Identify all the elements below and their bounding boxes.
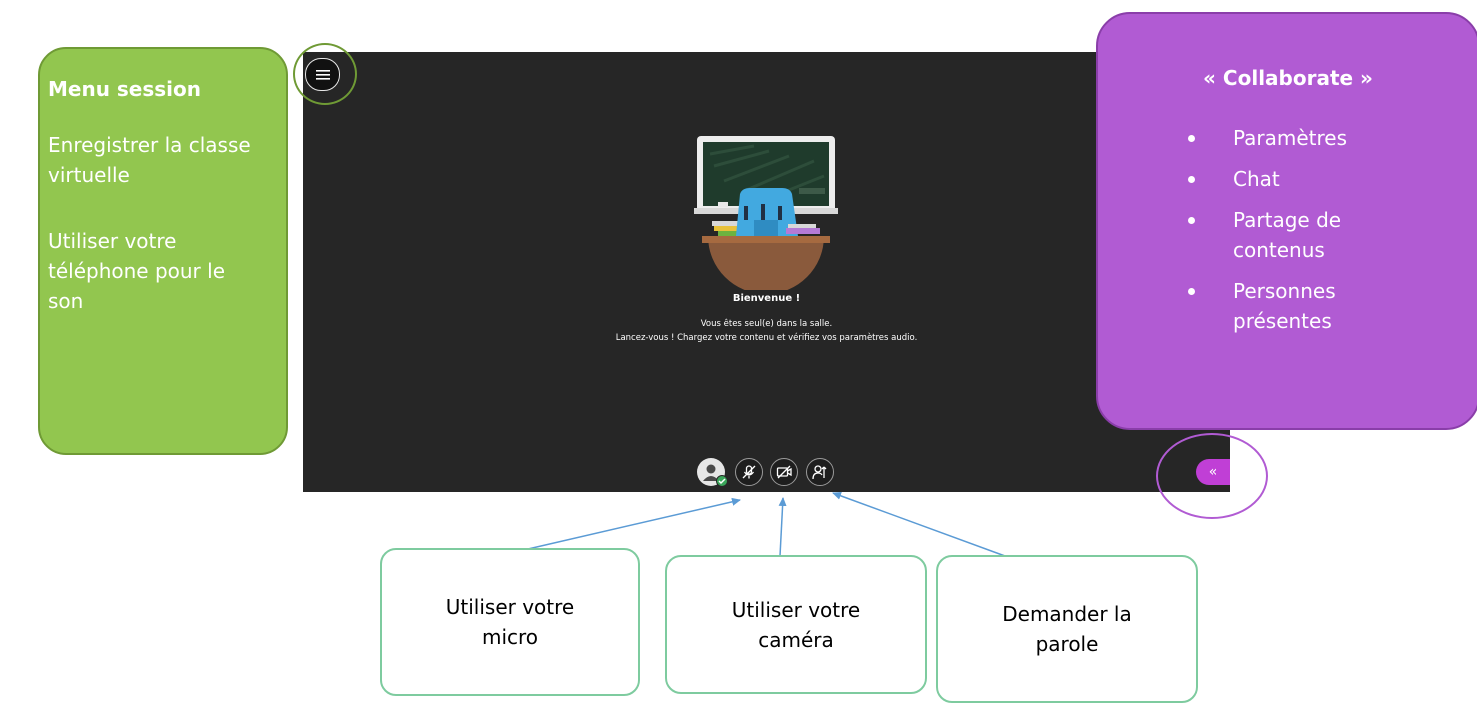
microphone-button[interactable] xyxy=(735,458,763,486)
camera-callout-text: Utiliser votre caméra xyxy=(731,597,861,652)
camera-off-icon xyxy=(776,465,792,479)
status-check-badge xyxy=(716,475,728,487)
session-menu-callout-title: Menu session xyxy=(48,77,202,101)
welcome-title: Bienvenue ! xyxy=(732,293,801,304)
welcome-message-line-1: Vous êtes seul(e) dans la salle. xyxy=(700,319,833,329)
list-item-content-sharing: Partage de contenus xyxy=(1178,205,1423,265)
raise-hand-callout-text: Demander la parole xyxy=(1002,602,1132,656)
list-item-attendees: Personnes présentes xyxy=(1178,276,1423,336)
collaborate-callout-title: « Collaborate » xyxy=(1203,66,1373,90)
callout-item-record: Enregistrer la classe virtuelle xyxy=(48,133,251,187)
raise-hand-button[interactable] xyxy=(806,458,834,486)
camera-callout: Utiliser votre caméra xyxy=(665,555,927,694)
welcome-message-line-2: Lancez-vous ! Chargez votre contenu et v… xyxy=(615,333,918,343)
classroom-illustration xyxy=(694,136,838,290)
list-item-chat: Chat xyxy=(1178,164,1423,194)
callout-item-phone-audio: Utiliser votre téléphone pour le son xyxy=(48,229,226,313)
menu-icon xyxy=(315,69,330,80)
arrow-camera xyxy=(778,497,787,557)
arrow-raise-hand xyxy=(832,491,1006,557)
camera-button[interactable] xyxy=(770,458,798,486)
microphone-callout-text: Utiliser votre micro xyxy=(445,595,575,649)
collaborate-panel-toggle[interactable]: « xyxy=(1196,459,1230,485)
collaborate-feature-list: Paramètres Chat Partage de contenus Pers… xyxy=(1178,123,1423,347)
session-menu-button[interactable] xyxy=(305,58,340,91)
arrow-microphone xyxy=(527,497,741,550)
mic-muted-icon xyxy=(742,465,756,479)
raise-hand-icon xyxy=(812,465,827,480)
microphone-callout: Utiliser votre micro xyxy=(380,548,640,696)
check-icon xyxy=(718,478,726,485)
raise-hand-callout: Demander la parole xyxy=(936,555,1198,703)
list-item-settings: Paramètres xyxy=(1178,123,1423,153)
chevron-double-left-icon: « xyxy=(1208,464,1218,480)
